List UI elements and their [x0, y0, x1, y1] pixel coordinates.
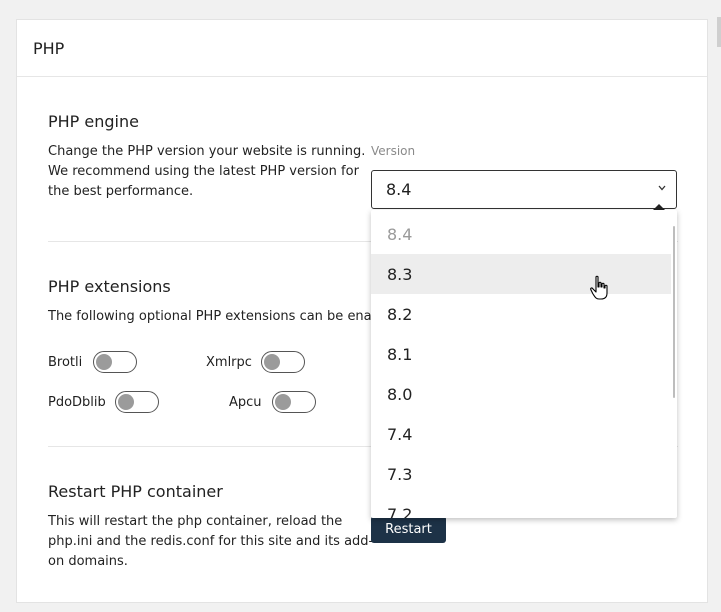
- php-engine-description: Change the PHP version your website is r…: [48, 142, 365, 202]
- php-extensions-title: PHP extensions: [48, 277, 171, 296]
- php-version-option-7-4[interactable]: 7.4: [371, 414, 671, 454]
- card-header: PHP: [17, 20, 707, 77]
- version-label: Version: [371, 144, 416, 158]
- toggle-knob: [96, 354, 112, 370]
- chevron-down-icon: [658, 183, 666, 194]
- php-card: PHP PHP engine Change the PHP version yo…: [16, 19, 708, 603]
- extension-pdodblib: PdoDblib: [48, 391, 159, 413]
- php-version-option-8-4: 8.4: [387, 224, 413, 244]
- restart-desc-line: This will restart the php container, rel…: [48, 514, 343, 529]
- php-extensions-description: The following optional PHP extensions ca…: [48, 309, 400, 324]
- extension-label: PdoDblib: [48, 394, 106, 410]
- xmlrpc-toggle[interactable]: [261, 351, 305, 373]
- toggle-knob: [275, 394, 291, 410]
- dropdown-scrollbar[interactable]: [673, 226, 675, 398]
- php-version-select[interactable]: 8.4: [371, 170, 677, 209]
- toggle-knob: [264, 354, 280, 370]
- php-version-dropdown: 8.4 8.3 8.2 8.1 8.0 7.4 7.3 7.2: [371, 210, 677, 518]
- extension-label: Xmlrpc: [206, 354, 252, 370]
- php-version-option-8-3[interactable]: 8.3: [371, 254, 671, 294]
- brotli-toggle[interactable]: [93, 351, 137, 373]
- php-version-option-8-1[interactable]: 8.1: [371, 334, 671, 374]
- php-engine-desc-line: We recommend using the latest PHP versio…: [48, 164, 359, 179]
- php-engine-title: PHP engine: [48, 112, 139, 131]
- hand-pointer-icon: [589, 275, 611, 305]
- php-version-option-8-2[interactable]: 8.2: [371, 294, 671, 334]
- pdodblib-toggle[interactable]: [115, 391, 159, 413]
- restart-title: Restart PHP container: [48, 482, 223, 501]
- php-version-option-8-0[interactable]: 8.0: [371, 374, 671, 414]
- php-version-option-7-2[interactable]: 7.2: [371, 494, 671, 519]
- toggle-knob: [118, 394, 134, 410]
- apcu-toggle[interactable]: [272, 391, 316, 413]
- card-title: PHP: [33, 38, 65, 58]
- restart-description: This will restart the php container, rel…: [48, 512, 373, 572]
- extension-label: Apcu: [229, 394, 262, 410]
- restart-desc-line: on domains.: [48, 554, 128, 569]
- extension-label: Brotli: [48, 354, 83, 370]
- window-edge: [717, 17, 721, 47]
- php-version-selected: 8.4: [386, 180, 412, 199]
- extension-xmlrpc: Xmlrpc: [206, 351, 305, 373]
- php-version-option-7-3[interactable]: 7.3: [371, 454, 671, 494]
- restart-button[interactable]: Restart: [371, 516, 446, 543]
- php-engine-desc-line: Change the PHP version your website is r…: [48, 144, 366, 159]
- php-engine-desc-line: the best performance.: [48, 184, 194, 199]
- restart-desc-line: php.ini and the redis.conf for this site…: [48, 534, 374, 549]
- extension-brotli: Brotli: [48, 351, 137, 373]
- extension-apcu: Apcu: [229, 391, 316, 413]
- php-version-options: 8.4 8.3 8.2 8.1 8.0 7.4 7.3 7.2: [371, 214, 671, 518]
